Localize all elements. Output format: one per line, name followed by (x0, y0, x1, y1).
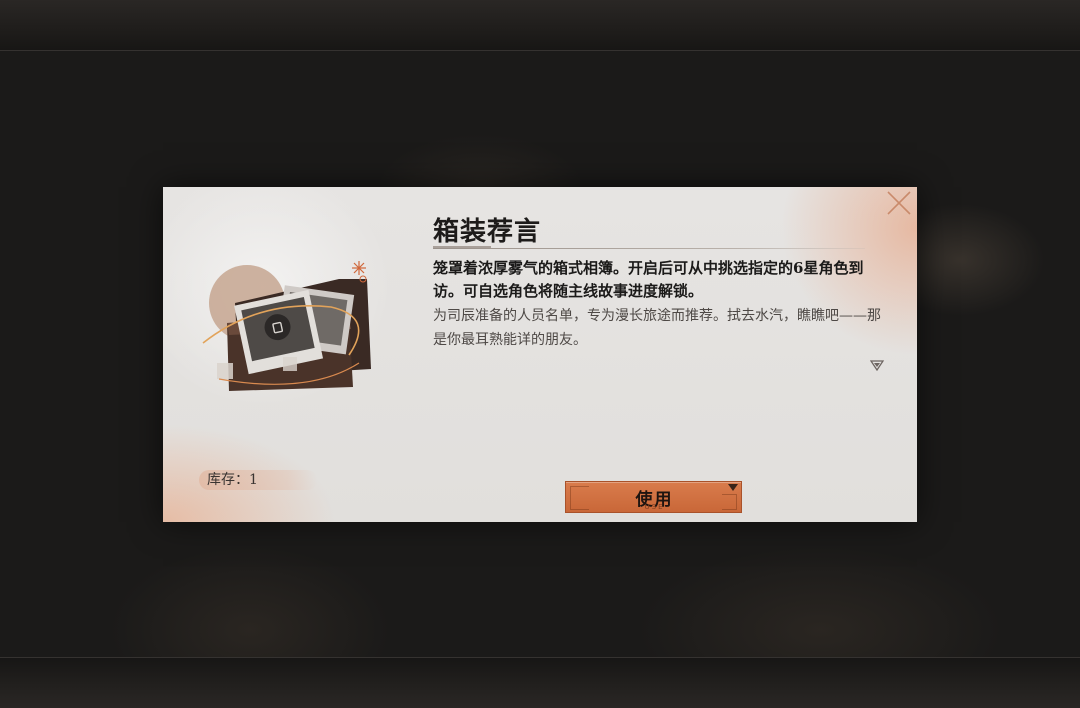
close-icon (887, 191, 911, 215)
scroll-down-arrow-icon[interactable] (870, 359, 884, 371)
stock-count: 1 (249, 472, 258, 488)
close-button[interactable] (885, 189, 913, 217)
use-button-sub-label: USE (644, 503, 665, 511)
use-button[interactable]: 使用 USE (565, 481, 742, 513)
item-title: 箱装荐言 (433, 217, 542, 247)
item-flavor-text: 为司辰准备的人员名单，专为漫长旅途而推荐。拭去水汽，瞧瞧吧——那是你最耳熟能详的… (433, 308, 881, 348)
stock-counter: 库存：1 (199, 470, 317, 490)
bottom-frame-bar (0, 657, 1080, 708)
top-frame-bar (0, 0, 1080, 51)
title-divider (433, 246, 865, 249)
item-description: 笼罩着浓厚雾气的箱式相簿。开启后可从中挑选指定的6星角色到访。可自选角色将随主线… (433, 259, 864, 300)
stock-label: 库存： (207, 472, 249, 488)
item-detail-dialog: 箱装荐言 笼罩着浓厚雾气的箱式相簿。开启后可从中挑选指定的6星角色到访。可自选角… (163, 187, 917, 522)
photo-album-box-icon (202, 261, 371, 391)
